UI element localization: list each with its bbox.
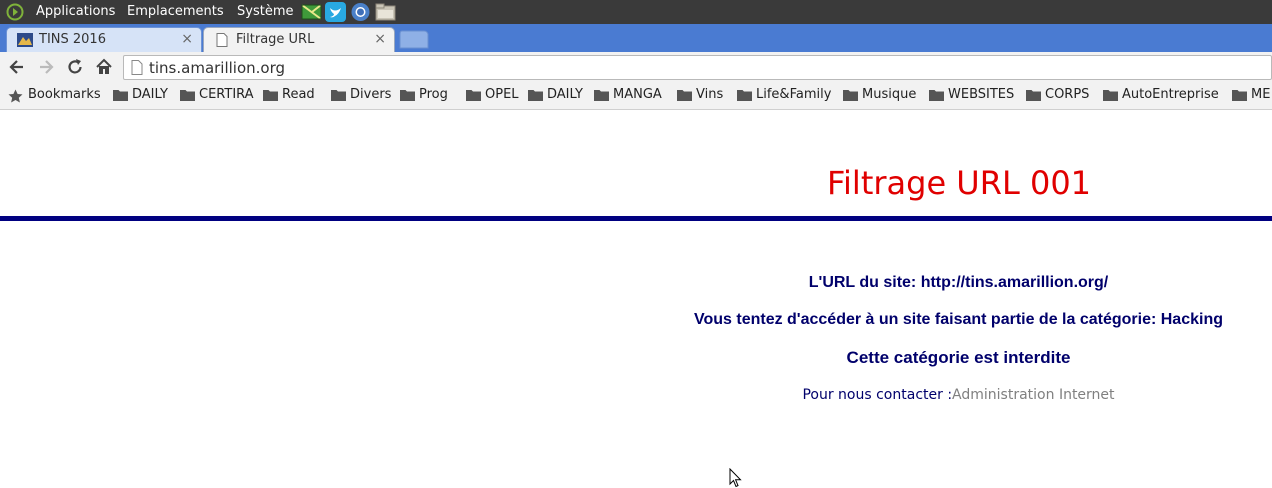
tab-strip: TINS 2016 × Filtrage URL × bbox=[0, 24, 1272, 52]
page-icon bbox=[131, 60, 143, 75]
bookmark-folder-label: DAILY bbox=[132, 87, 168, 102]
folder-icon bbox=[594, 90, 609, 101]
star-icon bbox=[8, 89, 23, 103]
folder-icon bbox=[180, 90, 195, 101]
bookmarks-bar: Bookmarks DAILY CERTIRA Read Divers Prog OPEL… bbox=[0, 82, 1272, 110]
forward-arrow-icon[interactable] bbox=[36, 57, 56, 77]
page-content: Filtrage URL 001 L'URL du site: http://t… bbox=[0, 110, 1272, 488]
folder-icon bbox=[843, 90, 858, 101]
bookmark-folder-label: Prog bbox=[419, 87, 448, 102]
folder-icon bbox=[528, 90, 543, 101]
url-text[interactable]: tins.amarillion.org bbox=[149, 59, 285, 77]
contact-line: Pour nous contacter :Administration Inte… bbox=[645, 387, 1272, 403]
places-menu[interactable]: Emplacements bbox=[127, 4, 224, 19]
applications-menu[interactable]: Applications bbox=[36, 4, 115, 19]
bookmark-folder-label: WEBSITES bbox=[948, 87, 1015, 102]
folder-icon bbox=[737, 90, 752, 101]
map-launcher-icon[interactable] bbox=[301, 2, 322, 22]
folder-icon bbox=[113, 90, 128, 101]
page-heading-text: Filtrage URL 001 bbox=[826, 164, 1092, 202]
mouse-cursor-icon bbox=[729, 468, 742, 488]
close-tab-icon[interactable]: × bbox=[181, 31, 193, 47]
folder-icon bbox=[1103, 90, 1118, 101]
folder-icon bbox=[929, 90, 944, 101]
bookmark-folder-label: Read bbox=[282, 87, 315, 102]
folder-icon bbox=[677, 90, 692, 101]
page-icon bbox=[216, 33, 228, 47]
contact-label: Pour nous contacter : bbox=[802, 387, 953, 403]
browser-toolbar: tins.amarillion.org bbox=[0, 52, 1272, 82]
tins-favicon-icon bbox=[17, 33, 33, 47]
category-line: Vous tentez d'accéder à un site faisant … bbox=[693, 311, 1223, 328]
reload-icon[interactable] bbox=[65, 57, 85, 77]
bookmark-folder-label: Life&Family bbox=[756, 87, 832, 102]
bookmark-folder-label: AutoEntreprise bbox=[1122, 87, 1219, 102]
bookmark-folder-label: OPEL bbox=[485, 87, 519, 102]
address-bar[interactable]: tins.amarillion.org bbox=[123, 55, 1272, 80]
bookmarks-label: Bookmarks bbox=[28, 87, 101, 102]
bookmark-folder-label: CORPS bbox=[1045, 87, 1090, 102]
chromium-launcher-icon[interactable] bbox=[350, 2, 371, 22]
system-menu[interactable]: Système bbox=[237, 4, 293, 19]
bookmark-folder-label: Vins bbox=[696, 87, 724, 102]
folder-icon bbox=[400, 90, 415, 101]
new-tab-button[interactable] bbox=[398, 30, 430, 49]
twitter-launcher-icon[interactable] bbox=[325, 2, 346, 22]
bookmark-folder-label: MANGA bbox=[613, 87, 662, 102]
tab-filtrage-url[interactable]: Filtrage URL × bbox=[203, 27, 395, 52]
folder-icon bbox=[466, 90, 481, 101]
bookmark-folder-label: ME bbox=[1251, 87, 1271, 102]
site-url-line: L'URL du site: http://tins.amarillion.or… bbox=[808, 274, 1109, 291]
close-tab-icon[interactable]: × bbox=[374, 31, 386, 47]
bookmark-folder-label: Divers bbox=[350, 87, 392, 102]
file-manager-launcher-icon[interactable] bbox=[375, 2, 396, 22]
contact-link[interactable]: Administration Internet bbox=[952, 387, 1114, 403]
back-arrow-icon[interactable] bbox=[7, 57, 27, 77]
tab-tins-2016[interactable]: TINS 2016 × bbox=[6, 27, 202, 52]
folder-icon bbox=[1232, 90, 1247, 101]
distro-logo-icon[interactable] bbox=[6, 3, 24, 21]
bookmark-folder-label: DAILY bbox=[547, 87, 583, 102]
bookmark-folder-label: CERTIRA bbox=[199, 87, 254, 102]
heading-rule bbox=[0, 216, 1272, 221]
page-heading: Filtrage URL 001 bbox=[0, 164, 1272, 202]
folder-icon bbox=[263, 90, 278, 101]
folder-icon bbox=[1026, 90, 1041, 101]
home-icon[interactable] bbox=[94, 57, 114, 77]
folder-icon bbox=[331, 90, 346, 101]
tab-title: TINS 2016 bbox=[39, 32, 106, 47]
forbidden-line: Cette catégorie est interdite bbox=[846, 348, 1071, 367]
tab-title: Filtrage URL bbox=[236, 32, 315, 47]
bookmark-folder-label: Musique bbox=[862, 87, 917, 102]
top-panel: Applications Emplacements Système bbox=[0, 0, 1272, 24]
